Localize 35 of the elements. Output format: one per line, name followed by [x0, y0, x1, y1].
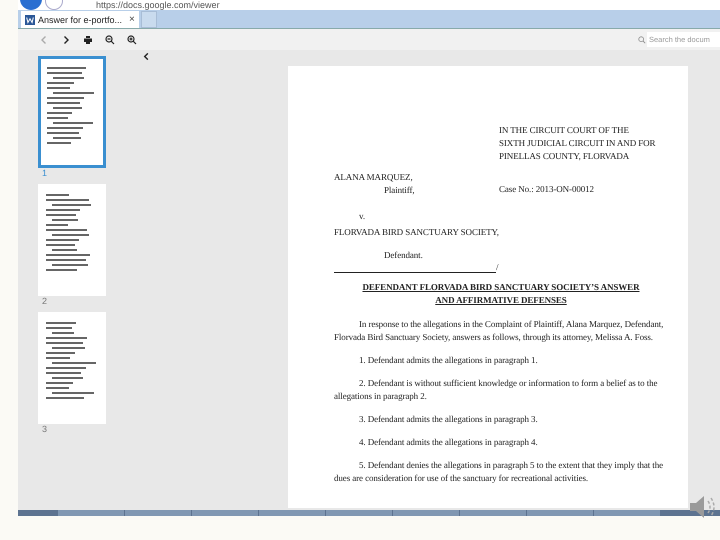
next-page-icon[interactable] — [61, 34, 71, 44]
print-icon[interactable] — [83, 34, 93, 44]
versus-text: v. — [359, 210, 366, 223]
new-tab-button[interactable] — [140, 11, 157, 28]
numbered-paragraph: 5. Defendant denies the allegations in paragraph 5 to the extent that they imply that the dues are consideration for use of the sanctuary for recreational activities. — [334, 459, 664, 485]
word-document-icon — [25, 14, 35, 24]
zoom-out-icon[interactable] — [105, 34, 115, 44]
page-number: 3 — [42, 424, 48, 434]
numbered-paragraph: 2. Defendant is without sufficient knowledge or information to form a belief as to the allegations in paragraph 2. — [334, 377, 658, 403]
collapse-panel-icon[interactable] — [142, 52, 151, 61]
court-heading-line: PINELLAS COUNTY, FLORVADA — [499, 150, 630, 163]
plaintiff-label: Plaintiff, — [384, 184, 416, 197]
page-thumbnail[interactable] — [38, 312, 106, 424]
numbered-paragraph: 3. Defendant admits the allegations in paragraph 3. — [358, 413, 539, 426]
tab-title: Answer for e-portfo... — [38, 14, 122, 24]
document-title-line: AND AFFIRMATIVE DEFENSES — [435, 294, 567, 307]
defendant-name: FLORVADA BIRD SANCTUARY SOCIETY, — [334, 226, 500, 239]
page-number: 1 — [42, 168, 48, 178]
plaintiff-name: ALANA MARQUEZ, — [334, 171, 414, 184]
slash-mark: / — [496, 262, 498, 273]
intro-paragraph: In response to the allegations in the Complaint of Plaintiff, Alana Marquez, Defendant, Florvada Bird Sanctuary Society, answers as follows, through its attorney, Melissa A. Foss. — [334, 318, 664, 344]
defendant-label: Defendant. — [384, 249, 424, 262]
page-number: 2 — [42, 296, 48, 306]
document-title-line: DEFENDANT FLORVADA BIRD SANCTUARY SOCIETY’S ANSWER — [362, 281, 640, 294]
browser-tab[interactable]: Answer for e-portfo... × — [21, 11, 139, 28]
numbered-paragraph: 1. Defendant admits the allegations in paragraph 1. — [358, 354, 539, 367]
search-icon — [638, 36, 646, 44]
close-tab-button[interactable]: × — [129, 14, 135, 25]
case-number: Case No.: 2013-ON-00012 — [499, 184, 594, 196]
zoom-in-icon[interactable] — [127, 34, 137, 44]
page-thumbnail[interactable] — [38, 184, 106, 296]
numbered-paragraph: 4. Defendant admits the allegations in paragraph 4. — [358, 436, 539, 449]
court-heading-line: IN THE CIRCUIT COURT OF THE — [499, 124, 630, 137]
page-thumbnail[interactable] — [38, 56, 106, 168]
court-heading-line: SIXTH JUDICIAL CIRCUIT IN AND FOR — [499, 137, 656, 150]
